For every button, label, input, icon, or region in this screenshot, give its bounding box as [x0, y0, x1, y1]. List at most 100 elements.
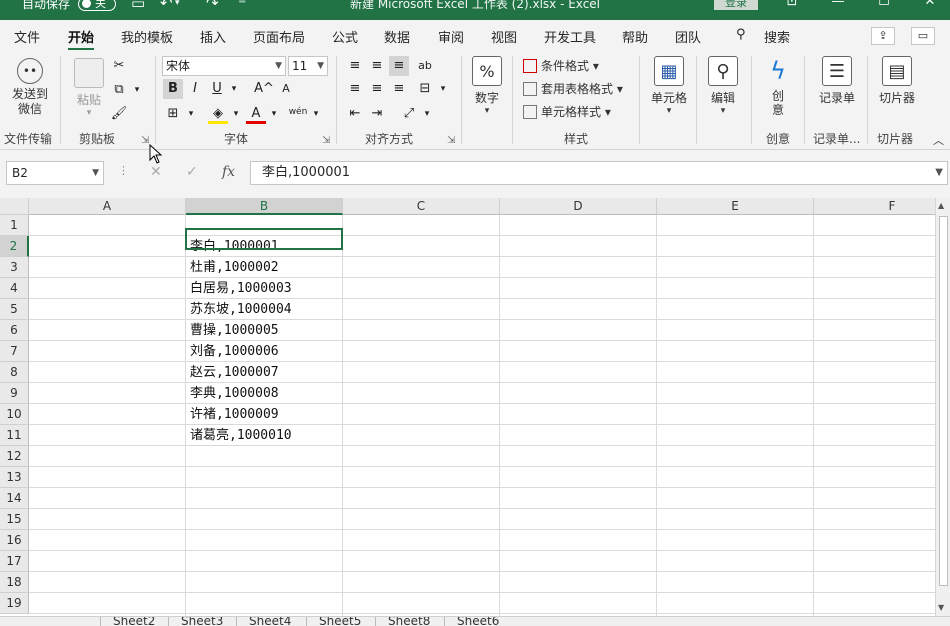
row-header-13[interactable]: 13	[0, 467, 29, 488]
undo-icon[interactable]: ↶	[160, 0, 173, 12]
save-icon[interactable]: ▭	[131, 0, 145, 12]
number-dropdown-icon[interactable]: ▾	[470, 106, 504, 116]
tab-help[interactable]: 帮助	[622, 27, 648, 46]
share-icon[interactable]: ⇪	[871, 27, 895, 45]
minimize-icon[interactable]: —	[828, 0, 848, 9]
cell-b11[interactable]: 诸葛亮,1000010	[190, 425, 292, 446]
font-name-dropdown[interactable]: 宋体 ▼	[162, 56, 286, 76]
orientation-icon[interactable]: ⤢	[399, 104, 419, 124]
scroll-up-icon[interactable]: ▲	[938, 201, 944, 210]
align-right-icon[interactable]: ≡	[389, 79, 409, 99]
cut-icon[interactable]: ✂	[109, 56, 129, 76]
column-header-d[interactable]: D	[500, 198, 657, 215]
column-header-f[interactable]: F	[814, 198, 935, 215]
font-color-dropdown-icon[interactable]: ▾	[264, 104, 284, 124]
redo-icon[interactable]: ↷	[206, 0, 219, 12]
row-header-6[interactable]: 6	[0, 320, 29, 341]
row-header-17[interactable]: 17	[0, 551, 29, 572]
paste-dropdown-icon[interactable]: ▾	[71, 108, 107, 118]
copy-icon[interactable]: ⧉	[109, 80, 129, 100]
merge-dropdown-icon[interactable]: ▾	[433, 79, 453, 99]
login-button[interactable]: 登录	[714, 0, 758, 10]
column-header-c[interactable]: C	[343, 198, 500, 215]
tab-data[interactable]: 数据	[384, 27, 410, 46]
row-header-12[interactable]: 12	[0, 446, 29, 467]
close-icon[interactable]: ✕	[920, 0, 940, 9]
row-header-11[interactable]: 11	[0, 425, 29, 446]
wrap-text-icon[interactable]: ab	[415, 56, 435, 76]
tab-insert[interactable]: 插入	[200, 27, 226, 46]
cell-b5[interactable]: 苏东坡,1000004	[190, 299, 292, 320]
row-header-14[interactable]: 14	[0, 488, 29, 509]
phonetic-button[interactable]: wén	[288, 102, 308, 122]
sheet-tab-sheet4[interactable]: Sheet4	[236, 617, 291, 626]
row-header-16[interactable]: 16	[0, 530, 29, 551]
copy-dropdown-icon[interactable]: ▾	[127, 80, 147, 100]
grow-font-button[interactable]: A^	[254, 79, 274, 99]
number-format-button[interactable]: % 数字 ▾	[470, 56, 504, 116]
cells-dropdown-icon[interactable]: ▾	[646, 106, 692, 116]
sheet-tab-sheet2[interactable]: Sheet2	[100, 617, 155, 626]
bold-button[interactable]: B	[163, 79, 183, 99]
record-sheet-button[interactable]: ☰ 记录单	[813, 56, 861, 106]
row-header-5[interactable]: 5	[0, 299, 29, 320]
enter-icon[interactable]: ✓	[186, 164, 198, 180]
vertical-scrollbar[interactable]: ▲ ▼	[935, 198, 950, 616]
cell-b7[interactable]: 刘备,1000006	[190, 341, 279, 362]
row-header-2[interactable]: 2	[0, 236, 29, 257]
customize-qat-icon[interactable]: ≚	[238, 0, 246, 7]
format-as-table-button[interactable]: 套用表格格式 ▾	[523, 80, 623, 97]
row-header-3[interactable]: 3	[0, 257, 29, 278]
insert-function-icon[interactable]: fx	[222, 164, 235, 180]
expand-formula-icon[interactable]: ▼	[935, 162, 943, 184]
sheet-tab-sheet8[interactable]: Sheet8	[375, 617, 430, 626]
tab-review[interactable]: 审阅	[438, 27, 464, 46]
font-size-dropdown[interactable]: 11 ▼	[288, 56, 328, 76]
cell-b8[interactable]: 赵云,1000007	[190, 362, 279, 383]
sheet-tab-sheet3[interactable]: Sheet3	[168, 617, 223, 626]
collapse-ribbon-icon[interactable]: ︿	[933, 132, 944, 148]
alignment-launcher-icon[interactable]: ⇲	[447, 135, 455, 146]
column-header-e[interactable]: E	[657, 198, 814, 215]
format-painter-icon[interactable]: 🖌	[109, 104, 129, 124]
name-box[interactable]: B2 ▼	[6, 161, 104, 185]
row-header-8[interactable]: 8	[0, 362, 29, 383]
cell-b9[interactable]: 李典,1000008	[190, 383, 279, 404]
tab-view[interactable]: 视图	[491, 27, 517, 46]
cells-button[interactable]: ▦ 单元格 ▾	[646, 56, 692, 116]
ribbon-display-icon[interactable]: ⊡	[782, 0, 802, 9]
editing-dropdown-icon[interactable]: ▾	[705, 106, 741, 116]
tab-formulas[interactable]: 公式	[332, 27, 358, 46]
cell-b6[interactable]: 曹操,1000005	[190, 320, 279, 341]
row-header-10[interactable]: 10	[0, 404, 29, 425]
slicer-button[interactable]: ▤ 切片器	[874, 56, 920, 106]
search-icon[interactable]: ⚲	[736, 27, 746, 42]
underline-dropdown-icon[interactable]: ▾	[224, 79, 244, 99]
conditional-format-button[interactable]: 条件格式 ▾	[523, 57, 599, 74]
tab-page-layout[interactable]: 页面布局	[253, 27, 305, 46]
cell-b3[interactable]: 杜甫,1000002	[190, 257, 279, 278]
row-header-4[interactable]: 4	[0, 278, 29, 299]
create-button[interactable]: ϟ 创意	[762, 56, 794, 117]
tab-my-templates[interactable]: 我的模板	[121, 27, 173, 46]
row-header-1[interactable]: 1	[0, 215, 29, 236]
sheet-tab-sheet5[interactable]: Sheet5	[306, 617, 361, 626]
cell-b10[interactable]: 许褚,1000009	[190, 404, 279, 425]
align-top-icon[interactable]: ≡	[345, 56, 365, 76]
undo-dropdown-icon[interactable]: ▾	[175, 0, 180, 8]
align-left-icon[interactable]: ≡	[345, 79, 365, 99]
column-header-b[interactable]: B	[186, 198, 343, 215]
increase-indent-icon[interactable]: ⇥	[367, 104, 387, 124]
search-label[interactable]: 搜索	[764, 27, 790, 46]
fill-dropdown-icon[interactable]: ▾	[226, 104, 246, 124]
decrease-indent-icon[interactable]: ⇤	[345, 104, 365, 124]
merge-center-icon[interactable]: ⊟	[415, 79, 435, 99]
editing-button[interactable]: ⚲ 编辑 ▾	[705, 56, 741, 116]
border-icon[interactable]: ⊞	[163, 104, 183, 124]
tab-home[interactable]: 开始	[68, 27, 95, 51]
fill-color-icon[interactable]: ◈	[208, 104, 228, 124]
scroll-thumb[interactable]	[939, 216, 948, 586]
comments-icon[interactable]: ▭	[911, 27, 935, 45]
phonetic-dropdown-icon[interactable]: ▾	[306, 104, 326, 124]
shrink-font-button[interactable]: A	[276, 79, 296, 99]
